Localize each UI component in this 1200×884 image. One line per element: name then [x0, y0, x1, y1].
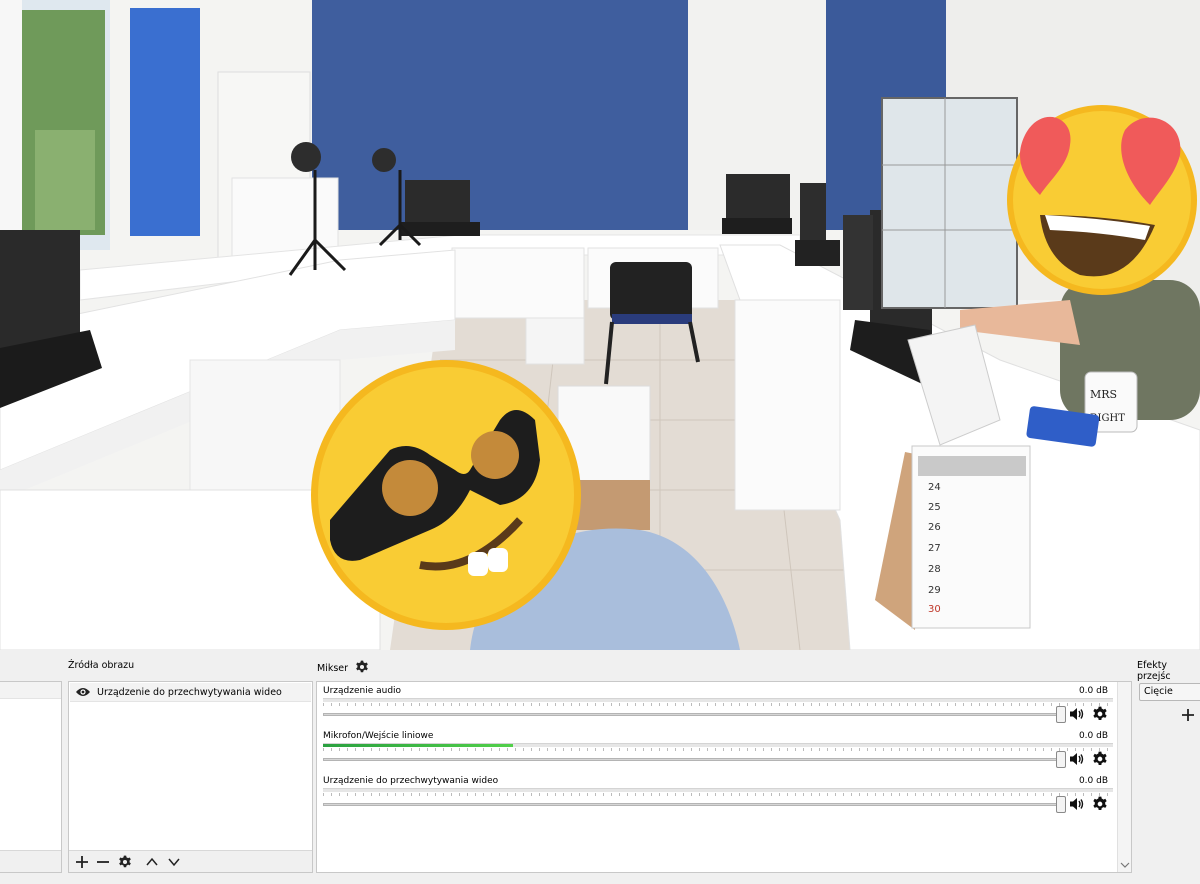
transition-select[interactable]: Cięcie [1139, 683, 1200, 701]
scenes-toolbar [0, 850, 61, 872]
source-item-label: Urządzenie do przechwytywania wideo [97, 686, 282, 698]
sources-toolbar [69, 850, 312, 872]
volume-slider[interactable] [323, 803, 1061, 806]
camera-scene: MRS RIGHT 24 25 26 27 28 29 30 [0, 0, 1200, 650]
scenes-panel [0, 681, 62, 873]
video-preview: MRS RIGHT 24 25 26 27 28 29 30 [0, 0, 1200, 650]
gear-icon[interactable] [355, 660, 369, 674]
display-case [881, 97, 1018, 309]
gear-icon[interactable] [1092, 706, 1108, 722]
meter-level [323, 744, 513, 747]
curtain [130, 8, 200, 236]
plus-icon[interactable] [73, 853, 91, 871]
track-db: 0.0 dB [1078, 776, 1108, 786]
track-name: Urządzenie do przechwytywania wideo [323, 776, 499, 786]
track-db: 0.0 dB [1078, 686, 1108, 696]
mixer-scrollbar[interactable] [1117, 682, 1131, 872]
gear-icon[interactable] [116, 853, 134, 871]
svg-text:27: 27 [928, 543, 941, 554]
volume-meter [323, 698, 1113, 702]
mixer-title: Mikser [317, 660, 369, 674]
eye-icon[interactable] [75, 686, 91, 698]
mixer-panel: Urządzenie audio 0.0 dB Mikrofon/Wejście… [316, 681, 1132, 873]
transitions-title: Efekty przejśc [1137, 660, 1171, 682]
svg-text:25: 25 [928, 502, 941, 513]
bottom-dock: Źródła obrazu Urządzenie do przechwytywa… [0, 650, 1200, 884]
svg-text:24: 24 [928, 482, 941, 493]
volume-slider[interactable] [323, 713, 1061, 716]
svg-text:MRS: MRS [1090, 388, 1117, 401]
chevron-up-icon[interactable] [143, 853, 161, 871]
volume-slider-handle[interactable] [1056, 706, 1066, 723]
gear-icon[interactable] [1092, 796, 1108, 812]
svg-text:26: 26 [928, 522, 941, 533]
nerd-face-emoji [311, 360, 581, 630]
speaker-icon[interactable] [1069, 706, 1085, 722]
volume-meter [323, 788, 1113, 792]
svg-text:29: 29 [928, 585, 941, 596]
heart-eyes-emoji [1007, 105, 1197, 295]
volume-slider[interactable] [323, 758, 1061, 761]
mixer-track: Urządzenie audio 0.0 dB [321, 686, 1116, 730]
meter-ticks [323, 793, 1113, 796]
volume-slider-handle[interactable] [1056, 796, 1066, 813]
svg-text:28: 28 [928, 564, 941, 575]
volume-meter [323, 743, 1113, 747]
chevron-down-icon[interactable] [165, 853, 183, 871]
laptop [400, 180, 480, 236]
mixer-title-label: Mikser [317, 663, 349, 674]
gear-icon[interactable] [1092, 751, 1108, 767]
blue-wall-panel [312, 0, 688, 230]
chevron-down-icon[interactable] [1120, 861, 1130, 869]
track-name: Mikrofon/Wejście liniowe [323, 731, 434, 741]
sources-panel: Urządzenie do przechwytywania wideo [68, 681, 313, 873]
track-name: Urządzenie audio [323, 686, 402, 696]
meter-ticks [323, 748, 1113, 751]
svg-text:30: 30 [928, 604, 941, 615]
mixer-track: Mikrofon/Wejście liniowe 0.0 dB [321, 731, 1116, 775]
plus-icon[interactable] [1181, 708, 1195, 722]
speaker-icon[interactable] [1069, 796, 1085, 812]
laptop [722, 174, 792, 234]
minus-icon[interactable] [94, 853, 112, 871]
track-db: 0.0 dB [1078, 731, 1108, 741]
mixer-track: Urządzenie do przechwytywania wideo 0.0 … [321, 776, 1116, 820]
source-item[interactable]: Urządzenie do przechwytywania wideo [70, 683, 311, 702]
scene-row[interactable] [0, 682, 61, 699]
sources-title: Źródła obrazu [68, 660, 135, 671]
volume-slider-handle[interactable] [1056, 751, 1066, 768]
speaker-icon[interactable] [1069, 751, 1085, 767]
meter-ticks [323, 703, 1113, 706]
